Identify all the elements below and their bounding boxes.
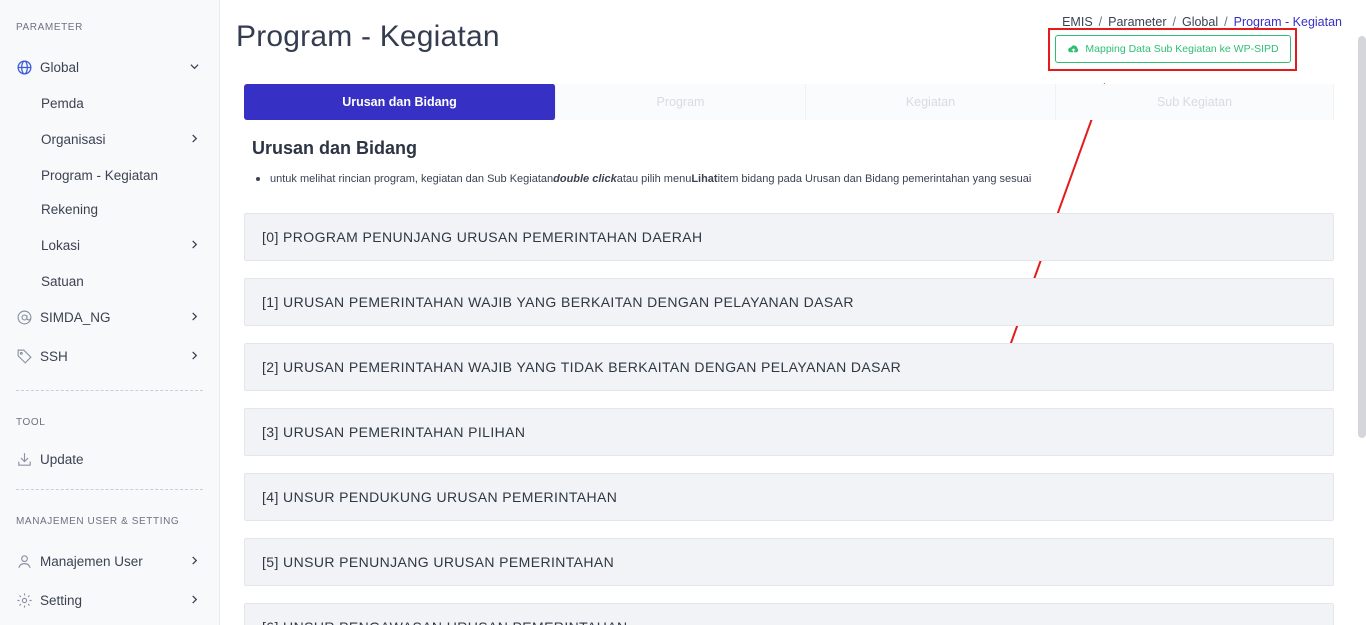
sidebar-item-label: SSH — [40, 348, 68, 364]
breadcrumb-item-global[interactable]: Global — [1182, 15, 1218, 29]
sidebar-item-label: Pemda — [41, 95, 84, 111]
accordion-item[interactable]: [1] URUSAN PEMERINTAHAN WAJIB YANG BERKA… — [244, 278, 1334, 326]
chevron-right-icon — [192, 595, 198, 604]
accordion-item[interactable]: [6] UNSUR PENGAWASAN URUSAN PEMERINTAHAN — [244, 603, 1334, 625]
sidebar-item-label: Organisasi — [41, 131, 106, 147]
sidebar-item-label: Lokasi — [41, 237, 81, 253]
sidebar-item-simda[interactable]: SIMDA_NG — [0, 302, 219, 332]
page-title: Program - Kegiatan — [236, 20, 500, 53]
breadcrumb-item-current: Program - Kegiatan — [1233, 15, 1342, 29]
chevron-down-icon — [190, 64, 199, 70]
tab-program[interactable]: Program — [556, 84, 806, 120]
sidebar-item-rekening[interactable]: Rekening — [0, 194, 219, 224]
breadcrumb-separator: / — [1224, 15, 1228, 29]
scrollbar[interactable] — [1358, 36, 1366, 438]
breadcrumb-separator: / — [1172, 15, 1176, 29]
globe-icon — [17, 60, 32, 75]
chevron-right-icon — [192, 312, 198, 321]
sidebar-item-program-kegiatan[interactable]: Program - Kegiatan — [0, 160, 219, 190]
sidebar-item-setting[interactable]: Setting — [0, 585, 219, 615]
accordion-item[interactable]: [4] UNSUR PENDUKUNG URUSAN PEMERINTAHAN — [244, 473, 1334, 521]
hint-suffix: item bidang pada Urusan dan Bidang pemer… — [717, 173, 1032, 185]
accordion-item[interactable]: [5] UNSUR PENUNJANG URUSAN PEMERINTAHAN — [244, 538, 1334, 586]
section-title-tool: TOOL — [16, 417, 46, 428]
sidebar-item-label: Update — [40, 451, 84, 467]
sidebar-item-ssh[interactable]: SSH — [0, 341, 219, 371]
section-title-user-setting: MANAJEMEN USER & SETTING — [16, 516, 180, 527]
sidebar-item-label: SIMDA_NG — [40, 309, 111, 325]
sidebar: PARAMETER Global Pemda Organisasi Progra… — [0, 0, 220, 625]
hint-mid: atau pilih menu — [616, 173, 692, 185]
hint-text: untuk melihat rincian program, kegiatan … — [256, 173, 1031, 185]
accordion-item[interactable]: [3] URUSAN PEMERINTAHAN PILIHAN — [244, 408, 1334, 456]
download-icon — [18, 453, 31, 466]
chevron-right-icon — [192, 240, 198, 249]
divider — [16, 489, 203, 490]
sidebar-item-organisasi[interactable]: Organisasi — [0, 124, 219, 154]
breadcrumb-item-emis[interactable]: EMIS — [1062, 15, 1093, 29]
sidebar-item-global[interactable]: Global — [0, 52, 219, 82]
divider — [16, 390, 203, 391]
chevron-right-icon — [192, 556, 198, 565]
at-sign-icon — [17, 310, 32, 325]
bullet — [256, 177, 260, 181]
hint-strong: Lihat — [691, 173, 718, 185]
tab-sub-kegiatan[interactable]: Sub Kegiatan — [1056, 84, 1334, 120]
tag-icon — [17, 349, 32, 364]
sidebar-item-label: Global — [40, 59, 80, 75]
sidebar-item-update[interactable]: Update — [0, 444, 219, 474]
annotation-highlight-box — [1048, 28, 1297, 71]
hint-prefix: untuk melihat rincian program, kegiatan … — [270, 173, 554, 185]
chevron-right-icon — [192, 134, 198, 143]
user-icon — [18, 555, 31, 569]
sidebar-item-manajemen-user[interactable]: Manajemen User — [0, 546, 219, 576]
tab-bar: Urusan dan Bidang Program Kegiatan Sub K… — [244, 84, 1334, 120]
sidebar-item-lokasi[interactable]: Lokasi — [0, 230, 219, 260]
section-heading: Urusan dan Bidang — [252, 138, 418, 158]
hint-emphasis: double click — [553, 173, 617, 185]
breadcrumb-item-parameter[interactable]: Parameter — [1108, 15, 1166, 29]
tab-kegiatan[interactable]: Kegiatan — [806, 84, 1056, 120]
breadcrumb: EMIS / Parameter / Global / Program - Ke… — [1062, 15, 1342, 29]
tab-urusan-bidang[interactable]: Urusan dan Bidang — [244, 84, 556, 120]
sidebar-item-label: Manajemen User — [40, 553, 143, 569]
gear-icon — [17, 593, 32, 608]
chevron-right-icon — [192, 351, 198, 360]
sidebar-item-label: Program - Kegiatan — [41, 167, 159, 183]
accordion-item[interactable]: [0] PROGRAM PENUNJANG URUSAN PEMERINTAHA… — [244, 213, 1334, 261]
section-title-parameter: PARAMETER — [16, 22, 83, 33]
sidebar-item-satuan[interactable]: Satuan — [0, 266, 219, 296]
accordion-item[interactable]: [2] URUSAN PEMERINTAHAN WAJIB YANG TIDAK… — [244, 343, 1334, 391]
breadcrumb-separator: / — [1098, 15, 1103, 29]
sidebar-item-label: Rekening — [41, 201, 99, 217]
sidebar-item-label: Satuan — [41, 273, 84, 289]
sidebar-item-pemda[interactable]: Pemda — [0, 88, 219, 118]
sidebar-item-label: Setting — [40, 592, 83, 608]
